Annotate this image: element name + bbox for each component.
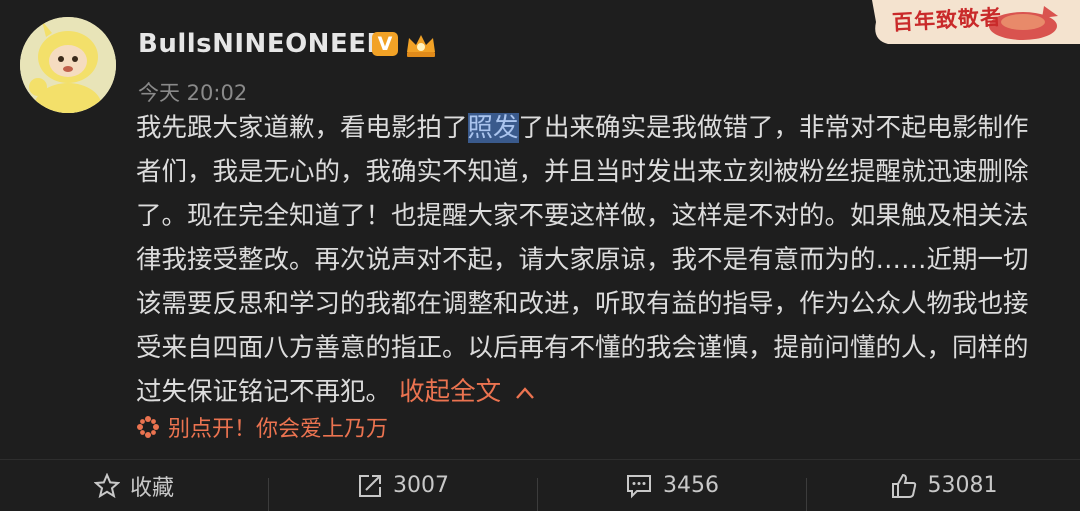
repost-count: 3007: [393, 473, 449, 498]
selected-text: 照发: [467, 113, 519, 143]
post-body: 我先跟大家道歉，看电影拍了照发了出来确实是我做错了，非常对不起电影制作 者们，我…: [136, 106, 1056, 414]
collapse-link-label: 收起全文: [399, 377, 502, 407]
crown-icon: [407, 35, 435, 57]
comment-button[interactable]: 3456: [538, 460, 806, 511]
flower-icon: [137, 416, 159, 438]
star-icon: [93, 472, 120, 498]
post-text: 我先跟大家道歉，看电影拍了: [136, 113, 468, 143]
avatar[interactable]: [20, 17, 116, 113]
repost-button[interactable]: 3007: [269, 460, 537, 511]
post-line: 了。现在完全知道了！也提醒大家不要这样做，这样是不对的。如果触及相关法: [136, 201, 1029, 231]
favorite-label: 收藏: [129, 475, 174, 501]
avatar-image: [20, 17, 116, 113]
username[interactable]: BullsNINEONEEE: [138, 29, 385, 59]
thumbs-up-icon: [891, 473, 916, 498]
collapse-link[interactable]: 收起全文: [399, 377, 535, 407]
post-line: 律我接受整改。再次说声对不起，请大家原谅，我不是有意而为的……近期一切: [136, 245, 1029, 275]
banner-text: 百年致敬者: [891, 4, 1003, 35]
post-line: 受来自四面八方善意的指正。以后再有不懂的我会谨慎，提前问懂的人，同样的: [136, 333, 1029, 363]
post-line: 该需要反思和学习的我都在调整和改进，听取有益的指导，作为公众人物我也接: [136, 289, 1029, 319]
comment-count: 3456: [663, 473, 719, 498]
like-count: 53081: [927, 473, 998, 498]
favorite-button[interactable]: 收藏: [0, 460, 268, 511]
tagline-text: 别点开！你会爱上乃万: [168, 417, 389, 442]
post-line: 我先跟大家道歉，看电影拍了照发了出来确实是我做错了，非常对不起电影制作: [136, 106, 1056, 150]
like-button[interactable]: 53081: [807, 460, 1080, 511]
post-line: 过失保证铭记不再犯。 收起全文: [136, 370, 1056, 414]
action-bar: 收藏 3007 3456 53081: [0, 460, 1080, 511]
verified-badge-icon: V: [372, 32, 398, 56]
post-text: 过失保证铭记不再犯。: [136, 377, 392, 407]
comment-icon: [627, 474, 651, 498]
chevron-up-icon: [516, 387, 535, 399]
post-text: 了出来确实是我做错了，非常对不起电影制作: [518, 113, 1029, 143]
user-tagline[interactable]: 别点开！你会爱上乃万: [136, 411, 388, 443]
repost-icon: [359, 474, 381, 497]
post-line: 者们，我是无心的，我确实不知道，并且当时发出来立刻被粉丝提醒就迅速删除: [136, 157, 1029, 187]
post-time: 今天 20:02: [138, 81, 248, 105]
